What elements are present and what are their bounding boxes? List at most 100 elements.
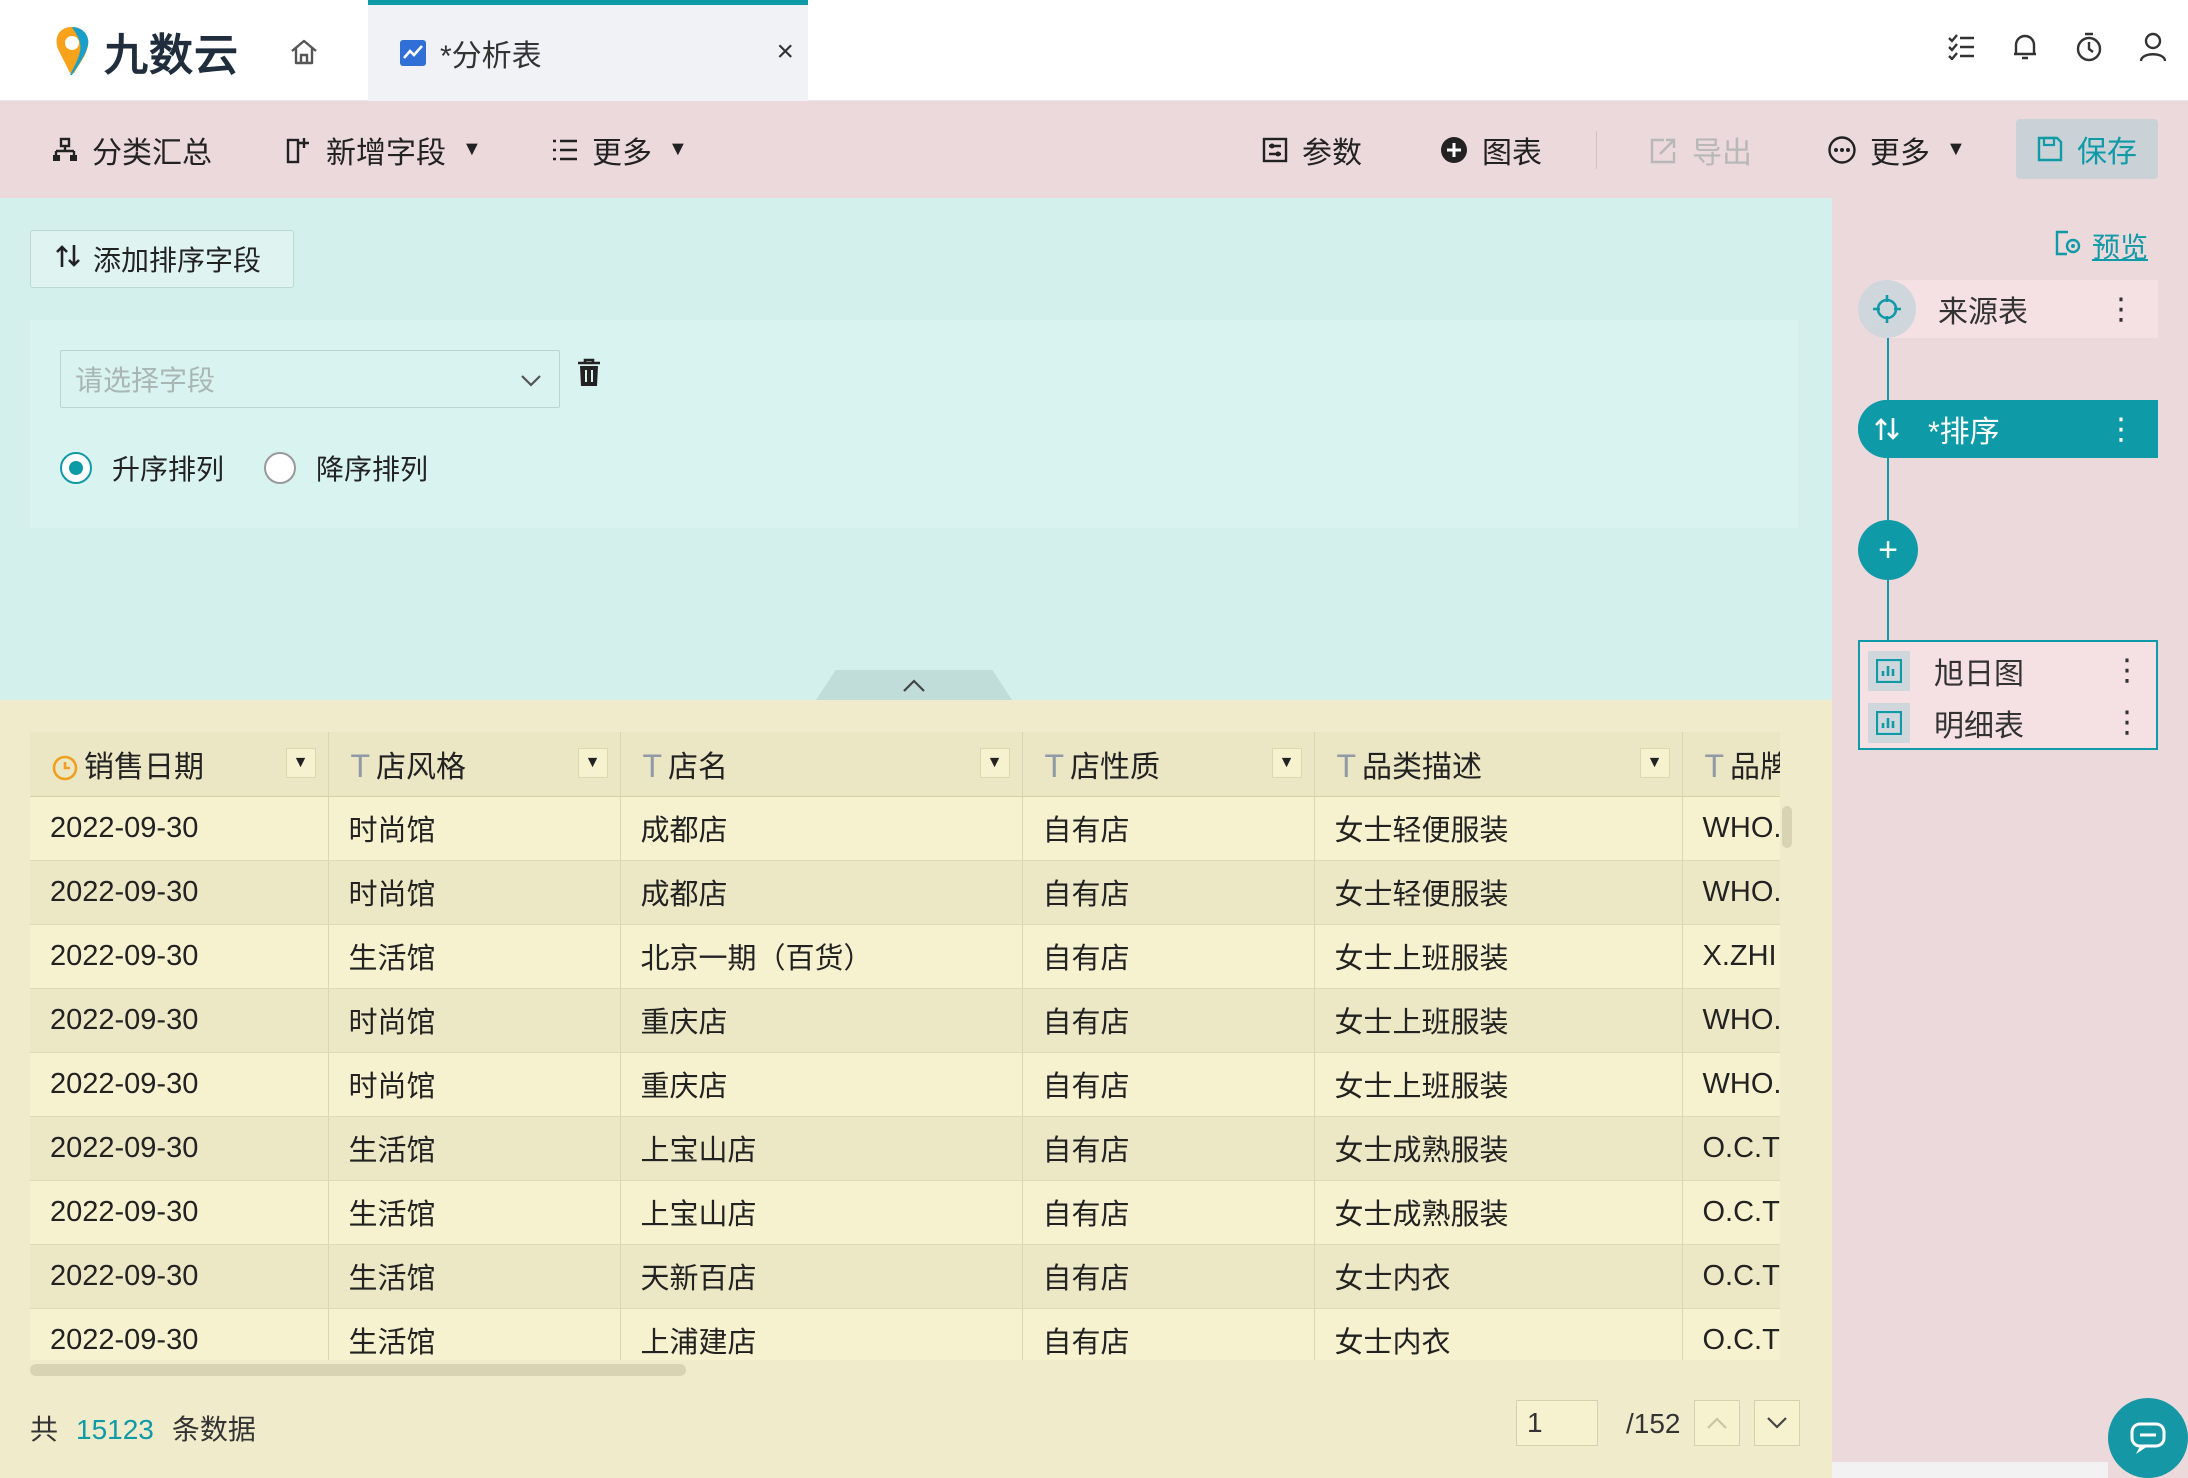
column-header-store-style[interactable]: T 店风格 ▼ — [328, 732, 621, 797]
table-cell: 女士上班服装 — [1314, 924, 1683, 989]
more-left-button[interactable]: 更多 ▼ — [552, 101, 688, 198]
add-sort-field-button[interactable]: 添加排序字段 — [30, 230, 294, 288]
line-chart-icon — [400, 40, 426, 66]
bell-icon[interactable] — [2010, 30, 2040, 64]
column-header-store-name[interactable]: T 店名 ▼ — [620, 732, 1023, 797]
target-icon — [1858, 280, 1916, 338]
chart-icon — [1868, 703, 1910, 743]
descending-radio[interactable]: 降序排列 — [264, 448, 428, 488]
timer-icon[interactable] — [2074, 30, 2104, 64]
more-right-label: 更多 — [1870, 136, 1930, 170]
table-cell: 上浦建店 — [620, 1308, 1023, 1360]
table-row[interactable]: 2022-09-30 生活馆 天新百店 自有店 女士内衣 O.C.T — [30, 1244, 1780, 1309]
support-chat-button[interactable] — [2108, 1398, 2188, 1478]
collapse-handle[interactable] — [816, 670, 1012, 700]
trash-icon[interactable] — [576, 358, 602, 396]
column-header-brand[interactable]: T品牌 — [1682, 732, 1780, 797]
next-page-button[interactable] — [1754, 1400, 1800, 1446]
table-cell: 重庆店 — [620, 1052, 1023, 1117]
ascending-radio[interactable]: 升序排列 — [60, 448, 224, 488]
params-button[interactable]: 参数 — [1262, 101, 1362, 198]
record-count: 共 15123 条数据 — [30, 1408, 256, 1448]
flow-node-source[interactable]: 来源表 ⋮ — [1858, 280, 2158, 338]
home-tab[interactable] — [280, 28, 328, 76]
output-detail-table[interactable]: 明细表 ⋮ — [1860, 697, 2156, 749]
table-cell: 上宝山店 — [620, 1116, 1023, 1181]
table-row[interactable]: 2022-09-30 生活馆 上浦建店 自有店 女士内衣 O.C.T — [30, 1308, 1780, 1360]
sort-config-panel: 添加排序字段 请选择字段 升序排列 降序排列 — [0, 198, 1832, 700]
save-icon — [2037, 136, 2063, 162]
close-icon[interactable]: × — [776, 35, 794, 69]
prev-page-button[interactable] — [1694, 1400, 1740, 1446]
table-row[interactable]: 2022-09-30 生活馆 北京一期（百货） 自有店 女士上班服装 X.ZHI — [30, 924, 1780, 989]
table-cell: 自有店 — [1022, 1116, 1315, 1181]
preview-link[interactable]: 预览 — [2054, 226, 2148, 266]
more-vertical-icon[interactable]: ⋮ — [2112, 653, 2142, 688]
table-row[interactable]: 2022-09-30 时尚馆 重庆店 自有店 女士上班服装 WHO. — [30, 1052, 1780, 1117]
table-cell: 女士内衣 — [1314, 1244, 1683, 1309]
table-cell: 生活馆 — [328, 1180, 621, 1245]
output-label: 明细表 — [1934, 710, 2024, 743]
column-name: 店性质 — [1070, 750, 1161, 784]
table-cell: 时尚馆 — [328, 988, 621, 1053]
flow-node-sort[interactable]: *排序 ⋮ — [1858, 400, 2158, 458]
save-label: 保存 — [2077, 136, 2137, 169]
table-header-row: 销售日期 ▼ T 店风格 ▼ T 店名 ▼ T 店性质 ▼ T 品类描述 ▼ T… — [30, 732, 1780, 797]
flow-connector — [1887, 338, 1889, 400]
table-cell: 生活馆 — [328, 924, 621, 989]
chart-button[interactable]: 图表 — [1440, 101, 1542, 198]
chat-icon — [2130, 1422, 2166, 1454]
save-button[interactable]: 保存 — [2016, 119, 2158, 179]
add-sort-field-label: 添加排序字段 — [93, 245, 262, 276]
user-icon[interactable] — [2138, 30, 2168, 64]
list-icon — [552, 138, 578, 162]
table-cell: X.ZHI — [1682, 924, 1780, 989]
home-icon — [291, 39, 317, 65]
tab-analysis-table[interactable]: *分析表 × — [368, 0, 808, 101]
more-vertical-icon[interactable]: ⋮ — [2106, 292, 2136, 327]
task-list-icon[interactable] — [1946, 30, 1976, 64]
add-field-button[interactable]: 新增字段 ▼ — [286, 101, 482, 198]
table-body: 2022-09-30 时尚馆 成都店 自有店 女士轻便服装 WHO. 2022-09-30 时… — [30, 796, 1780, 1360]
table-row[interactable]: 2022-09-30 生活馆 上宝山店 自有店 女士成熟服装 O.C.T — [30, 1116, 1780, 1181]
chevron-down-icon — [1767, 1417, 1787, 1429]
table-cell: 时尚馆 — [328, 860, 621, 925]
column-header-category[interactable]: T 品类描述 ▼ — [1314, 732, 1683, 797]
more-right-button[interactable]: 更多 ▼ — [1828, 101, 1966, 198]
more-vertical-icon[interactable]: ⋮ — [2106, 412, 2136, 447]
vertical-scrollbar[interactable] — [1782, 806, 1792, 848]
column-dropdown-icon[interactable]: ▼ — [979, 748, 1010, 778]
export-button[interactable]: 导出 — [1650, 101, 1752, 198]
group-summary-button[interactable]: 分类汇总 — [52, 101, 212, 198]
output-sunburst[interactable]: 旭日图 ⋮ — [1860, 645, 2156, 697]
column-dropdown-icon[interactable]: ▼ — [1639, 748, 1670, 778]
app-logo[interactable]: 九数云 — [50, 22, 239, 80]
chevron-down-icon — [519, 367, 543, 399]
column-name: 店风格 — [376, 750, 467, 784]
column-dropdown-icon[interactable]: ▼ — [1271, 748, 1302, 778]
table-cell: 2022-09-30 — [30, 1308, 329, 1360]
ascending-label: 升序排列 — [112, 454, 225, 485]
table-cell: 2022-09-30 — [30, 796, 329, 861]
column-header-sale-date[interactable]: 销售日期 ▼ — [30, 732, 329, 797]
more-vertical-icon[interactable]: ⋮ — [2112, 705, 2142, 740]
table-cell: 时尚馆 — [328, 1052, 621, 1117]
chart-label: 图表 — [1482, 136, 1542, 170]
table-row[interactable]: 2022-09-30 时尚馆 成都店 自有店 女士轻便服装 WHO. — [30, 860, 1780, 925]
text-type-icon: T — [1704, 747, 1725, 784]
add-step-button[interactable]: + — [1858, 520, 1918, 580]
data-preview-area: 销售日期 ▼ T 店风格 ▼ T 店名 ▼ T 店性质 ▼ T 品类描述 ▼ T… — [0, 700, 1832, 1478]
top-bar: 九数云 *分析表 × — [0, 0, 2188, 101]
page-number-input[interactable]: 1 — [1516, 1400, 1598, 1446]
group-summary-label: 分类汇总 — [92, 136, 212, 170]
column-dropdown-icon[interactable]: ▼ — [577, 748, 608, 778]
brand-name: 九数云 — [104, 31, 239, 80]
table-row[interactable]: 2022-09-30 时尚馆 成都店 自有店 女士轻便服装 WHO. — [30, 796, 1780, 861]
column-dropdown-icon[interactable]: ▼ — [285, 748, 316, 778]
table-cell: 女士成熟服装 — [1314, 1180, 1683, 1245]
sort-field-select[interactable]: 请选择字段 — [60, 350, 560, 408]
column-header-store-type[interactable]: T 店性质 ▼ — [1022, 732, 1315, 797]
table-row[interactable]: 2022-09-30 生活馆 上宝山店 自有店 女士成熟服装 O.C.T — [30, 1180, 1780, 1245]
horizontal-scrollbar[interactable] — [30, 1364, 686, 1376]
table-row[interactable]: 2022-09-30 时尚馆 重庆店 自有店 女士上班服装 WHO. — [30, 988, 1780, 1053]
